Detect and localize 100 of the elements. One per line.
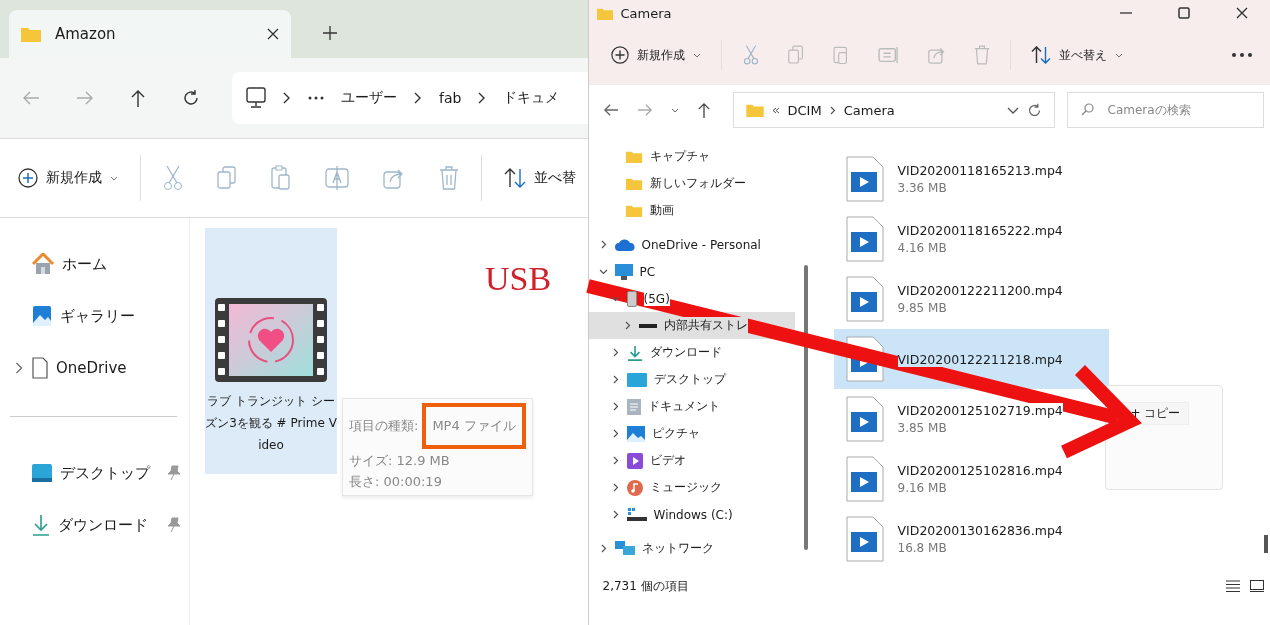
document-icon	[32, 357, 48, 379]
chevron-down-icon[interactable]	[1006, 106, 1019, 114]
drive-icon	[626, 507, 647, 522]
new-button[interactable]: 新規作成	[610, 46, 701, 64]
search-field[interactable]: Cameraの検索	[1066, 92, 1264, 128]
monitor-icon	[614, 263, 633, 280]
video-file-icon	[845, 396, 884, 442]
back-arrow-icon[interactable]	[602, 103, 619, 117]
chevron-down-icon[interactable]	[610, 295, 620, 302]
sort-arrows-icon	[1030, 46, 1051, 64]
tooltip-label: 項目の種類:	[349, 417, 419, 435]
caret-icon	[1114, 52, 1123, 58]
chevron-right-icon	[14, 362, 24, 374]
sidebar-item[interactable]: ホーム	[0, 238, 189, 290]
scrollbar[interactable]	[803, 265, 808, 550]
sort-arrows-icon	[504, 168, 526, 188]
chevron-right-icon	[414, 92, 422, 104]
folder-icon	[624, 150, 643, 163]
folder-icon	[624, 204, 643, 217]
search-icon	[1080, 103, 1094, 116]
close-icon[interactable]	[267, 28, 279, 40]
browser-tab[interactable]: Amazon	[9, 10, 291, 58]
folder-icon	[624, 177, 643, 190]
up-arrow-icon[interactable]	[130, 89, 146, 107]
file-name: VID20200125102719.mp4	[897, 403, 1063, 418]
address-bar[interactable]: ユーザー fab ドキュメ	[232, 72, 588, 124]
breadcrumb-item[interactable]: fab	[439, 90, 462, 106]
folder-icon	[745, 103, 764, 117]
sidebar-item[interactable]: デスクトップ	[0, 447, 189, 499]
refresh-icon[interactable]	[1026, 102, 1042, 118]
new-button[interactable]: 新規作成	[18, 168, 118, 188]
desktop-icon	[32, 464, 52, 482]
sidebar-item[interactable]: ダウンロード	[0, 499, 189, 551]
plus-circle-icon	[610, 46, 629, 64]
file-name: ラブ トランジット シーズン3を観る # Prime Video	[205, 393, 337, 454]
plus-icon[interactable]	[323, 26, 337, 40]
up-arrow-icon[interactable]	[696, 102, 711, 118]
clipboard-icon[interactable]	[271, 165, 291, 191]
chevron-down-icon[interactable]	[598, 268, 608, 275]
video-file-icon	[845, 216, 884, 262]
file-size: 16.8 MB	[897, 541, 948, 555]
download-icon	[32, 514, 50, 536]
item-count: 2,731 個の項目	[602, 577, 689, 595]
download-icon	[626, 344, 643, 361]
cloud-icon	[614, 238, 635, 251]
file-name: VID20200125102816.mp4	[897, 463, 1063, 478]
file-item[interactable]: ラブ トランジット シーズン3を観る # Prime Video	[205, 228, 337, 474]
double-chevron-icon	[771, 106, 780, 114]
maximize-icon[interactable]	[1178, 7, 1190, 19]
chevron-right-icon	[478, 92, 487, 104]
caret-icon[interactable]	[670, 107, 679, 113]
clipboard-icon[interactable]	[831, 45, 850, 65]
video-file-icon	[845, 456, 884, 502]
desktop-icon	[626, 372, 647, 387]
chevron-right-icon	[829, 105, 836, 115]
tooltip-size: サイズ: 12.9 MB	[349, 452, 451, 470]
monitor-icon	[246, 87, 266, 109]
sort-button[interactable]: 並べ替	[504, 168, 576, 188]
video-file-icon	[845, 156, 884, 202]
refresh-icon[interactable]	[182, 89, 200, 107]
pin-icon[interactable]	[167, 517, 181, 533]
highlighted-file-type: MP4 ファイル	[422, 403, 526, 449]
caret-icon	[692, 52, 701, 58]
breadcrumb-item[interactable]: Camera	[843, 102, 895, 118]
more-icon[interactable]	[308, 96, 324, 100]
video-file-icon	[845, 516, 884, 562]
list-view-icon[interactable]	[1226, 580, 1240, 592]
sidebar-item[interactable]: OneDrive	[0, 342, 189, 394]
drive-icon	[638, 323, 657, 328]
phone-icon	[626, 290, 637, 307]
window-title: Camera	[620, 5, 672, 21]
house-icon	[32, 253, 54, 275]
close-icon[interactable]	[1236, 7, 1248, 19]
document-icon	[626, 398, 641, 415]
annotation-label: USB	[485, 260, 552, 298]
file-size: 4.16 MB	[897, 241, 948, 255]
sidebar-item[interactable]: ギャラリー	[0, 290, 189, 342]
tiles-view-icon[interactable]	[1250, 580, 1264, 592]
scrollbar[interactable]	[1264, 535, 1268, 553]
file-size: 3.85 MB	[897, 421, 948, 435]
pin-icon[interactable]	[167, 465, 181, 481]
picture-icon	[32, 305, 52, 327]
more-icon[interactable]	[1232, 53, 1252, 57]
file-size: 9.85 MB	[897, 301, 948, 315]
file-name: VID20200118165213.mp4	[897, 163, 1063, 178]
sort-button[interactable]: 並べ替え	[1030, 46, 1123, 64]
network-icon	[614, 540, 635, 557]
breadcrumb-item[interactable]: DCIM	[787, 102, 822, 118]
file-name: VID20200122211200.mp4	[897, 283, 1063, 298]
folder-icon	[21, 26, 41, 42]
picture-icon	[626, 425, 645, 442]
file-name: VID20200130162836.mp4	[897, 523, 1063, 538]
address-bar[interactable]: DCIM Camera	[732, 92, 1055, 128]
video-file-icon	[845, 276, 884, 322]
file-size: 9.16 MB	[897, 481, 948, 495]
breadcrumb-item[interactable]: ユーザー	[341, 89, 397, 107]
music-icon	[626, 479, 643, 496]
breadcrumb-item[interactable]: ドキュメ	[503, 89, 560, 107]
plus-circle-icon	[18, 168, 38, 188]
video-icon	[626, 452, 643, 469]
